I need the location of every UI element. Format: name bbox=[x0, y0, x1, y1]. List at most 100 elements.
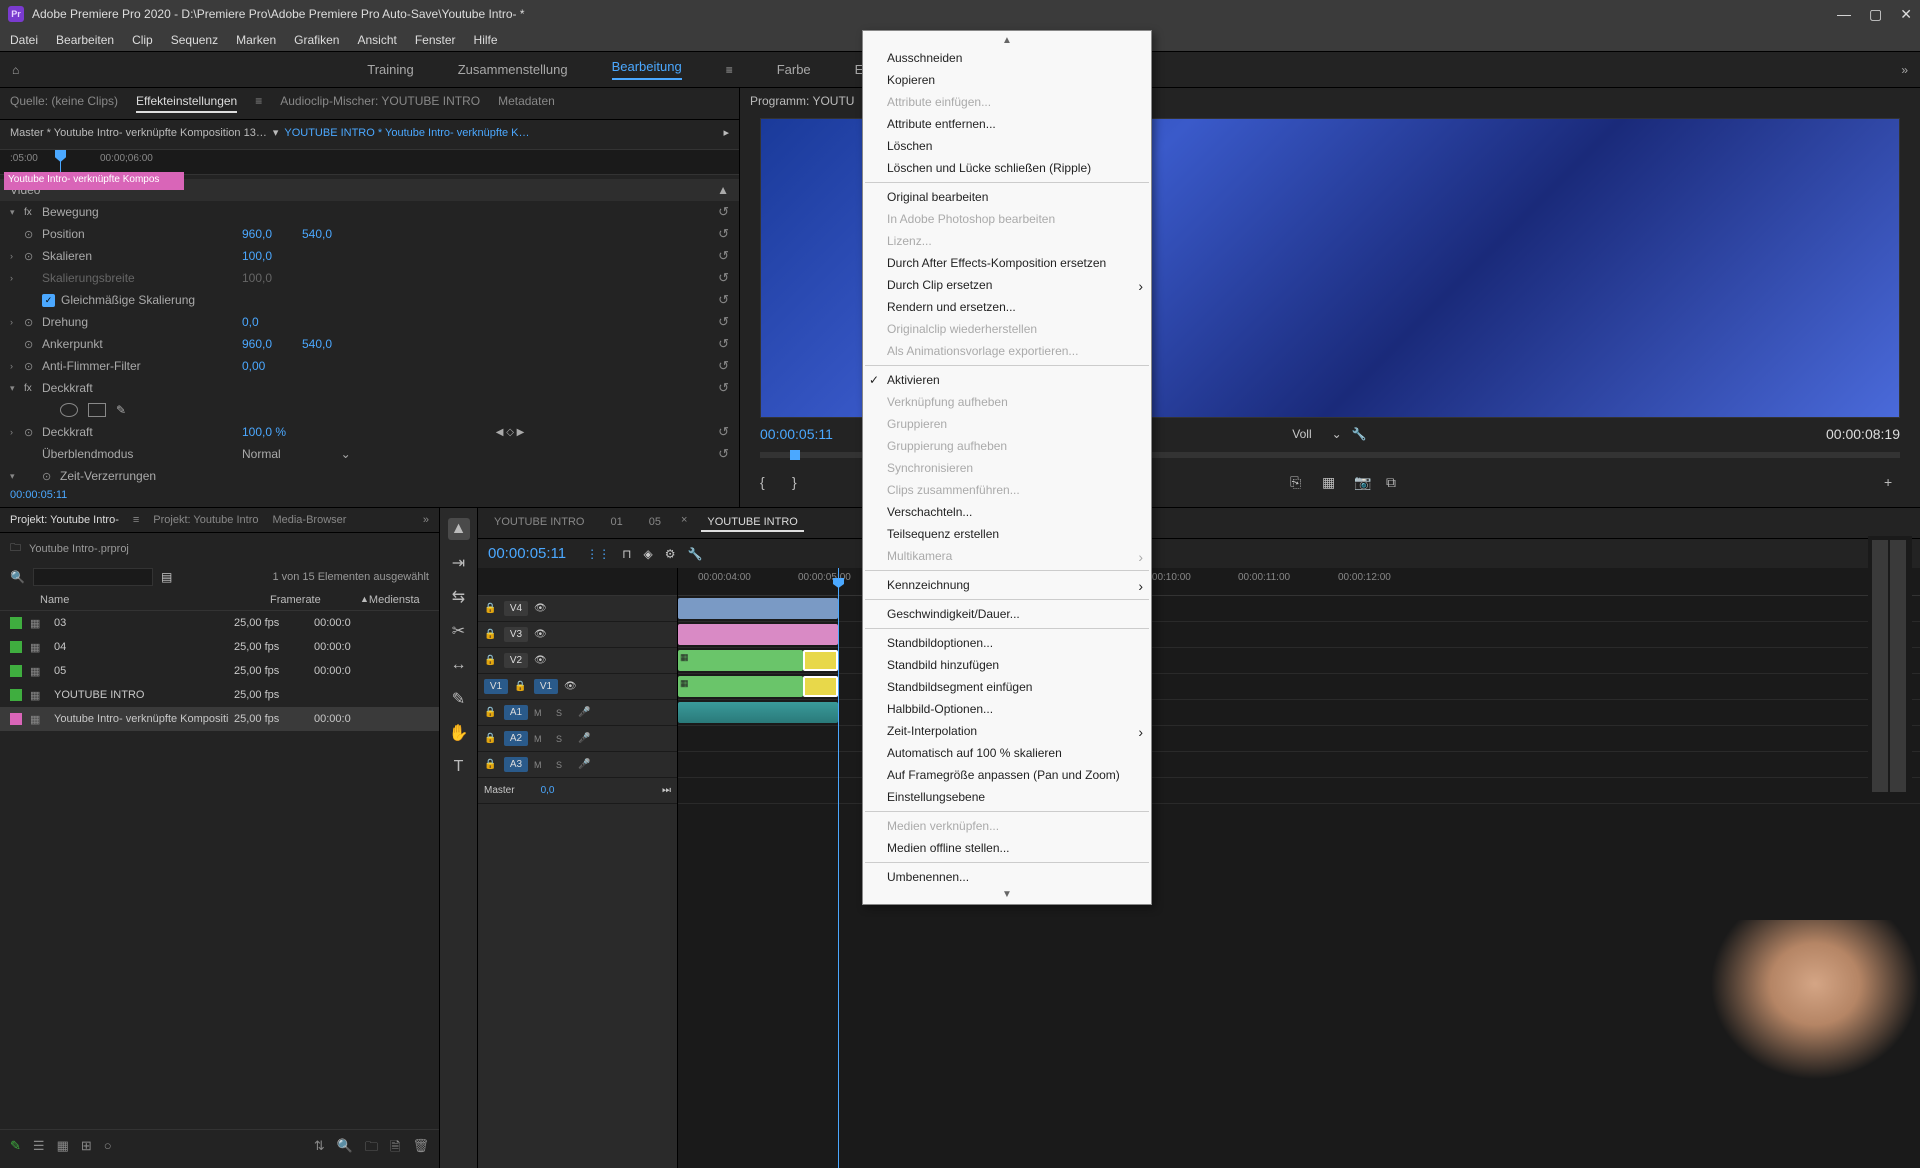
position-x[interactable]: 960,0 bbox=[242, 227, 302, 241]
prop-position[interactable]: Position bbox=[42, 227, 242, 241]
reset-icon[interactable]: ↺ bbox=[718, 380, 729, 396]
antiflimmer-val[interactable]: 0,00 bbox=[242, 359, 302, 373]
timeline-playhead[interactable] bbox=[838, 568, 839, 1168]
track-a2[interactable]: A2 bbox=[504, 731, 528, 746]
prop-skalieren[interactable]: Skalieren bbox=[42, 249, 242, 263]
reset-icon[interactable]: ↺ bbox=[718, 204, 729, 220]
master-val[interactable]: 0,0 bbox=[541, 785, 555, 796]
menu-item[interactable]: Automatisch auf 100 % skalieren bbox=[863, 742, 1151, 764]
freeform-view-icon[interactable]: ⊞ bbox=[81, 1138, 92, 1160]
prop-deckkraft[interactable]: Deckkraft bbox=[42, 381, 242, 395]
prop-zeitverzerr[interactable]: Zeit-Verzerrungen bbox=[60, 469, 260, 483]
track-v4[interactable]: V4 bbox=[504, 601, 528, 616]
ueberblend-val[interactable]: Normal bbox=[242, 447, 281, 461]
effect-timeline-ruler[interactable]: :05:00 00:00;06:00 Youtube Intro- verknü… bbox=[0, 149, 739, 175]
wrench-icon[interactable]: 🔧 bbox=[1352, 427, 1367, 441]
mask-rect-icon[interactable] bbox=[88, 403, 106, 417]
tab-metadata[interactable]: Metadaten bbox=[498, 94, 555, 113]
timeline-tab-2[interactable]: 05 bbox=[643, 514, 667, 532]
project-item[interactable]: ▦0325,00 fps00:00:0 bbox=[0, 611, 439, 635]
clip-v2a[interactable]: ▦ bbox=[678, 650, 803, 671]
monitor-fit[interactable]: Voll bbox=[1292, 427, 1311, 441]
reset-icon[interactable]: ↺ bbox=[718, 248, 729, 264]
wrench-icon[interactable]: 🔧 bbox=[688, 547, 703, 561]
reset-icon[interactable]: ↺ bbox=[718, 270, 729, 286]
export-frame-icon[interactable]: 📷 bbox=[1354, 474, 1370, 490]
razor-tool[interactable]: ✂ bbox=[448, 620, 470, 642]
panel-menu-icon[interactable]: ≡ bbox=[133, 514, 139, 526]
workspace-zusammenstellung[interactable]: Zusammenstellung bbox=[458, 62, 568, 77]
workspace-overflow-icon[interactable]: » bbox=[1901, 63, 1908, 77]
search-input[interactable] bbox=[33, 568, 153, 586]
track-v3[interactable]: V3 bbox=[504, 627, 528, 642]
track-a1[interactable]: A1 bbox=[504, 705, 528, 720]
marker-icon[interactable]: ◈ bbox=[644, 547, 653, 561]
menu-item[interactable]: Umbenennen... bbox=[863, 866, 1151, 888]
panel-menu-icon[interactable]: ≡ bbox=[255, 94, 262, 113]
menu-item[interactable]: Verschachteln... bbox=[863, 501, 1151, 523]
prop-bewegung[interactable]: Bewegung bbox=[42, 205, 242, 219]
menu-item[interactable]: Durch After Effects-Komposition ersetzen bbox=[863, 252, 1151, 274]
scroll-up-icon[interactable]: ▲ bbox=[863, 34, 1151, 47]
menu-item[interactable]: Kopieren bbox=[863, 69, 1151, 91]
new-bin-icon[interactable]: 🗀 bbox=[365, 1138, 378, 1160]
menu-bearbeiten[interactable]: Bearbeiten bbox=[56, 33, 114, 47]
reset-icon[interactable]: ↺ bbox=[718, 226, 729, 242]
header-name[interactable]: Name bbox=[40, 594, 270, 606]
overwrite-icon[interactable]: ▦ bbox=[1322, 474, 1338, 490]
header-framerate[interactable]: Framerate bbox=[270, 594, 360, 606]
drehung-val[interactable]: 0,0 bbox=[242, 315, 302, 329]
search-icon[interactable]: 🔍 bbox=[10, 570, 25, 584]
deckkraft-val[interactable]: 100,0 % bbox=[242, 425, 302, 439]
reset-icon[interactable]: ↺ bbox=[718, 292, 729, 308]
menu-item[interactable]: Geschwindigkeit/Dauer... bbox=[863, 603, 1151, 625]
track-v2[interactable]: V2 bbox=[504, 653, 528, 668]
add-button-icon[interactable]: + bbox=[1884, 474, 1900, 490]
menu-ansicht[interactable]: Ansicht bbox=[357, 33, 396, 47]
clip-v2b[interactable] bbox=[803, 650, 838, 671]
workspace-menu-icon[interactable]: ≡ bbox=[726, 63, 733, 77]
pen-icon[interactable]: ✎ bbox=[10, 1138, 21, 1160]
track-select-tool[interactable]: ⇥ bbox=[448, 552, 470, 574]
track-v1[interactable]: V1 bbox=[534, 679, 558, 694]
menu-item[interactable]: Löschen und Lücke schließen (Ripple) bbox=[863, 157, 1151, 179]
find-icon[interactable]: 🔍 bbox=[337, 1138, 353, 1160]
compare-icon[interactable]: ⧉ bbox=[1386, 474, 1402, 490]
menu-item[interactable]: Aktivieren bbox=[863, 369, 1151, 391]
project-item[interactable]: ▦0525,00 fps00:00:0 bbox=[0, 659, 439, 683]
project-item[interactable]: ▦0425,00 fps00:00:0 bbox=[0, 635, 439, 659]
timeline-tab-3[interactable]: YOUTUBE INTRO bbox=[701, 514, 803, 532]
menu-item[interactable]: Durch Clip ersetzen bbox=[863, 274, 1151, 296]
zoom-slider[interactable]: ○ bbox=[104, 1138, 112, 1160]
prop-drehung[interactable]: Drehung bbox=[42, 315, 242, 329]
minimize-icon[interactable]: — bbox=[1837, 6, 1851, 23]
menu-item[interactable]: Attribute entfernen... bbox=[863, 113, 1151, 135]
header-start[interactable]: Mediensta bbox=[369, 594, 420, 606]
reset-icon[interactable]: ↺ bbox=[718, 424, 729, 440]
menu-item[interactable]: Teilsequenz erstellen bbox=[863, 523, 1151, 545]
tab-source[interactable]: Quelle: (keine Clips) bbox=[10, 94, 118, 113]
prop-deckkraft2[interactable]: Deckkraft bbox=[42, 425, 242, 439]
selection-tool[interactable]: ▲ bbox=[448, 518, 470, 540]
menu-hilfe[interactable]: Hilfe bbox=[474, 33, 498, 47]
uniform-scale-checkbox[interactable]: ✓ bbox=[42, 294, 55, 307]
workspace-training[interactable]: Training bbox=[367, 62, 413, 77]
menu-item[interactable]: Löschen bbox=[863, 135, 1151, 157]
menu-item[interactable]: Original bearbeiten bbox=[863, 186, 1151, 208]
sort-icon[interactable]: ⇅ bbox=[314, 1138, 325, 1160]
mic-icon[interactable]: 🎤 bbox=[578, 707, 590, 718]
filter-icon[interactable]: ▤ bbox=[161, 570, 172, 584]
tab-project1[interactable]: Projekt: Youtube Intro- bbox=[10, 514, 119, 526]
mark-in-icon[interactable]: { bbox=[760, 474, 776, 490]
mask-ellipse-icon[interactable] bbox=[60, 403, 78, 417]
project-item[interactable]: ▦YOUTUBE INTRO25,00 fps bbox=[0, 683, 439, 707]
menu-fenster[interactable]: Fenster bbox=[415, 33, 456, 47]
menu-item[interactable]: Ausschneiden bbox=[863, 47, 1151, 69]
tab-audio-mixer[interactable]: Audioclip-Mischer: YOUTUBE INTRO bbox=[280, 94, 480, 113]
trash-icon[interactable]: 🗑 bbox=[412, 1138, 429, 1160]
overflow-icon[interactable]: » bbox=[423, 514, 429, 526]
workspace-bearbeitung[interactable]: Bearbeitung bbox=[612, 59, 682, 80]
icon-view-icon[interactable]: ▦ bbox=[57, 1138, 69, 1160]
menu-sequenz[interactable]: Sequenz bbox=[171, 33, 218, 47]
close-icon[interactable]: ✕ bbox=[1900, 6, 1912, 23]
